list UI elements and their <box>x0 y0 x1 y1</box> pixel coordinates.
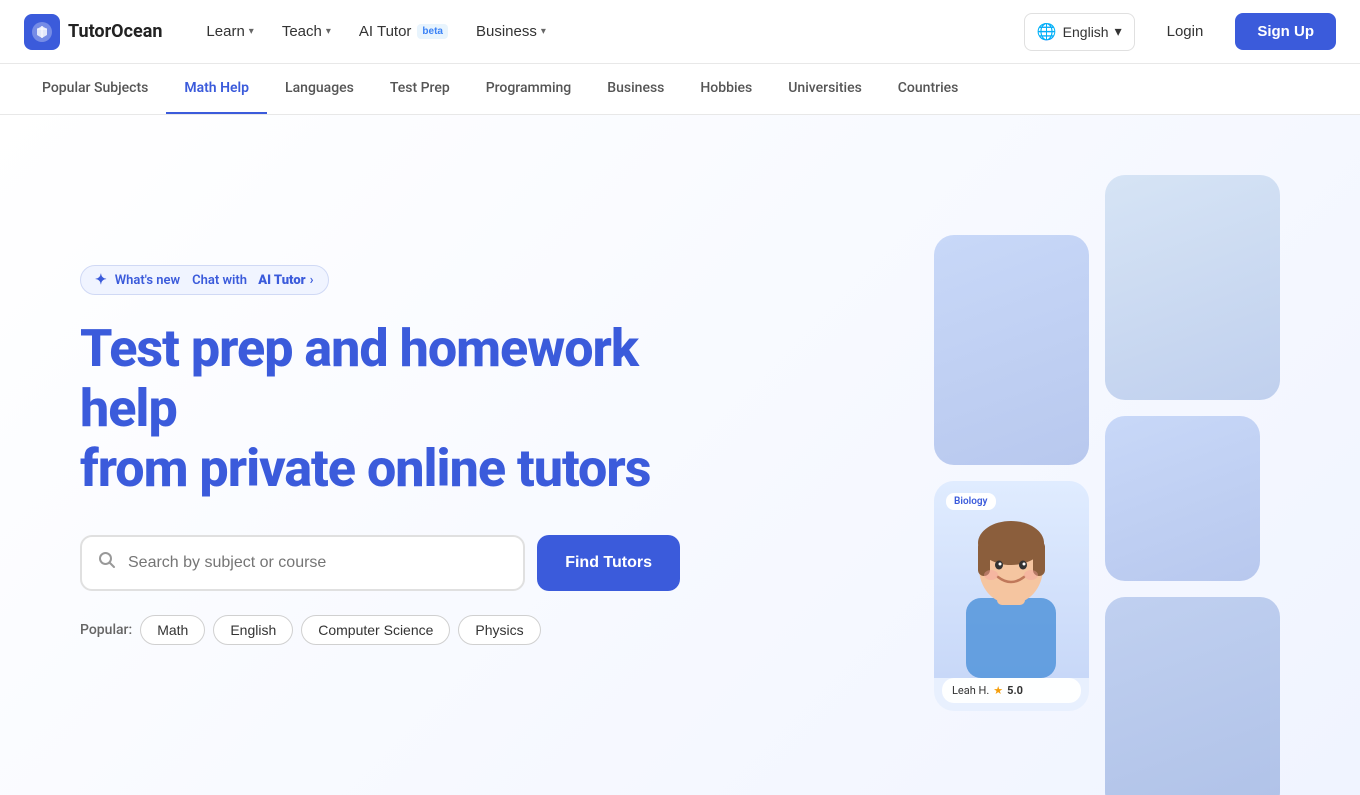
hero-section: ✦ What's new Chat with AI Tutor › Test p… <box>0 115 1360 795</box>
sparkle-icon: ✦ <box>95 272 107 288</box>
nav-link-business[interactable]: Business ▾ <box>464 15 558 48</box>
hero-card-2 <box>1105 175 1280 400</box>
tutor-info: Leah H. ★ 5.0 <box>942 678 1081 703</box>
star-icon: ★ <box>993 684 1003 697</box>
subject-popular[interactable]: Popular Subjects <box>24 64 166 114</box>
hero-left: ✦ What's new Chat with AI Tutor › Test p… <box>80 265 680 644</box>
chevron-down-icon: ▾ <box>249 26 254 37</box>
search-box <box>80 535 525 591</box>
nav-right: 🌐 English ▾ Login Sign Up <box>1024 13 1336 51</box>
subject-test-prep[interactable]: Test Prep <box>372 64 468 114</box>
chevron-down-icon: ▾ <box>541 26 546 37</box>
language-selector[interactable]: 🌐 English ▾ <box>1024 13 1135 51</box>
subject-languages[interactable]: Languages <box>267 64 372 114</box>
hero-card-3 <box>1105 416 1260 581</box>
search-input[interactable] <box>128 554 507 572</box>
subject-countries[interactable]: Countries <box>880 64 977 114</box>
subject-math-help[interactable]: Math Help <box>166 64 267 114</box>
arrow-right-icon: › <box>310 273 314 288</box>
tag-english[interactable]: English <box>213 615 293 645</box>
search-wrapper: Find Tutors <box>80 535 680 591</box>
nav-links: Learn ▾ Teach ▾ AI Tutor beta Business ▾ <box>194 15 557 48</box>
tag-math[interactable]: Math <box>140 615 205 645</box>
hero-title: Test prep and homework help from private… <box>80 319 680 498</box>
globe-icon: 🌐 <box>1037 22 1057 42</box>
find-tutors-button[interactable]: Find Tutors <box>537 535 680 591</box>
nav-link-teach[interactable]: Teach ▾ <box>270 15 343 48</box>
logo-icon <box>24 14 60 50</box>
card-column-right <box>1105 175 1280 795</box>
login-button[interactable]: Login <box>1147 15 1224 48</box>
chevron-down-icon: ▾ <box>326 26 331 37</box>
chat-ai-link[interactable]: Chat with AI Tutor › <box>192 273 313 288</box>
subject-hobbies[interactable]: Hobbies <box>682 64 770 114</box>
card-column-left: Biology <box>934 235 1089 711</box>
popular-label: Popular: <box>80 622 132 638</box>
nav-link-learn[interactable]: Learn ▾ <box>194 15 265 48</box>
subject-bar: Popular Subjects Math Help Languages Tes… <box>0 64 1360 115</box>
popular-tags: Popular: Math English Computer Science P… <box>80 615 680 645</box>
subject-programming[interactable]: Programming <box>468 64 590 114</box>
nav-left: TutorOcean Learn ▾ Teach ▾ AI Tutor beta… <box>24 14 558 50</box>
tutor-subject-tag: Biology <box>946 493 996 510</box>
tutor-name: Leah H. <box>952 684 989 697</box>
logo-text: TutorOcean <box>68 21 162 42</box>
search-icon <box>98 551 116 574</box>
nav-link-ai-tutor[interactable]: AI Tutor beta <box>347 15 460 48</box>
signup-button[interactable]: Sign Up <box>1235 13 1336 50</box>
main-nav: TutorOcean Learn ▾ Teach ▾ AI Tutor beta… <box>0 0 1360 64</box>
whats-new-badge[interactable]: ✦ What's new Chat with AI Tutor › <box>80 265 329 295</box>
logo[interactable]: TutorOcean <box>24 14 162 50</box>
subject-business[interactable]: Business <box>589 64 682 114</box>
tag-physics[interactable]: Physics <box>458 615 540 645</box>
hero-card-1 <box>934 235 1089 465</box>
hero-right: Biology <box>776 175 1280 735</box>
tag-computer-science[interactable]: Computer Science <box>301 615 450 645</box>
tutor-avatar-area: Biology <box>934 481 1089 678</box>
tutor-rating: 5.0 <box>1007 684 1023 697</box>
beta-badge: beta <box>417 24 448 39</box>
chevron-down-icon: ▾ <box>1115 23 1122 40</box>
tutor-card: Biology <box>934 481 1089 711</box>
hero-card-4 <box>1105 597 1280 795</box>
subject-universities[interactable]: Universities <box>770 64 880 114</box>
